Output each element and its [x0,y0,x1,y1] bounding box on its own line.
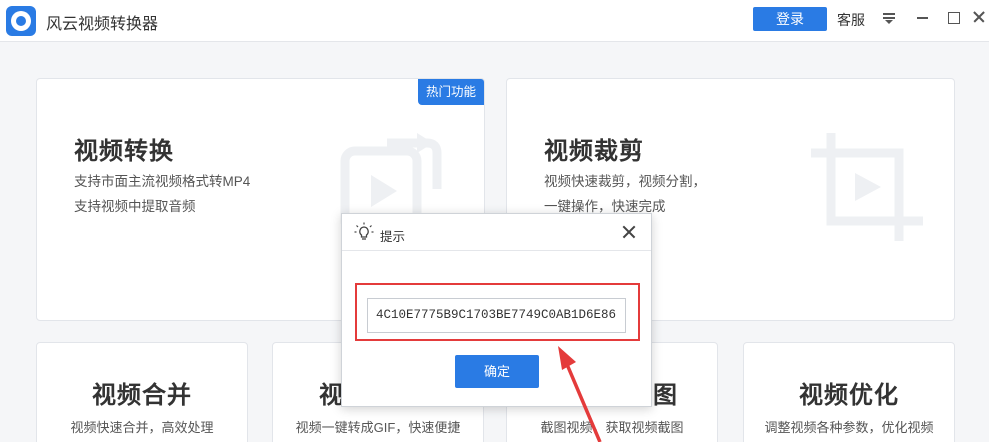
card-title: 视频优化 [799,382,899,409]
card-video-optimize[interactable]: 视频优化 调整视频各种参数，优化视频 [743,342,955,442]
confirm-button[interactable]: 确定 [455,355,539,388]
title-bar: 风云视频转换器 登录 客服 [0,0,989,42]
menu-icon[interactable] [880,8,898,26]
app-logo-icon [6,6,36,36]
card-title: 视频裁剪 [544,138,644,165]
dialog-title: 提示 [380,230,406,244]
lightbulb-icon [354,222,374,240]
card-description: 视频快速合并，高效处理 [70,420,214,435]
app-title: 风云视频转换器 [46,16,159,33]
card-title: 图 [653,382,678,409]
annotation-arrow [558,346,602,442]
card-video-merge[interactable]: 视频合并 视频快速合并，高效处理 [36,342,248,442]
card-description: 视频快速裁剪，视频分割， 一键操作，快速完成 [544,169,706,219]
card-title: 视频合并 [92,382,192,409]
close-icon[interactable] [621,224,637,240]
card-desc-line: 视频快速裁剪，视频分割， [544,174,706,189]
login-button[interactable]: 登录 [753,7,827,31]
crop-icon [811,133,923,241]
minimize-icon[interactable] [914,8,932,26]
dialog-header: 提示 [342,214,651,251]
customer-service-link[interactable]: 客服 [837,10,865,30]
card-description: 视频一键转成GIF，快速便捷 [295,420,461,435]
hot-feature-badge: 热门功能 [418,79,484,105]
card-desc-line: 支持市面主流视频格式转MP4 [74,174,251,189]
card-desc-line: 支持视频中提取音频 [74,199,196,214]
card-description: 支持市面主流视频格式转MP4 支持视频中提取音频 [74,169,250,219]
card-title: 视频转换 [74,138,174,165]
maximize-icon[interactable] [944,8,962,26]
code-field[interactable]: 4C10E7775B9C1703BE7749C0AB1D6E86 [367,298,626,333]
card-description: 调整视频各种参数，优化视频 [764,420,934,435]
window-close-icon[interactable] [971,8,989,26]
